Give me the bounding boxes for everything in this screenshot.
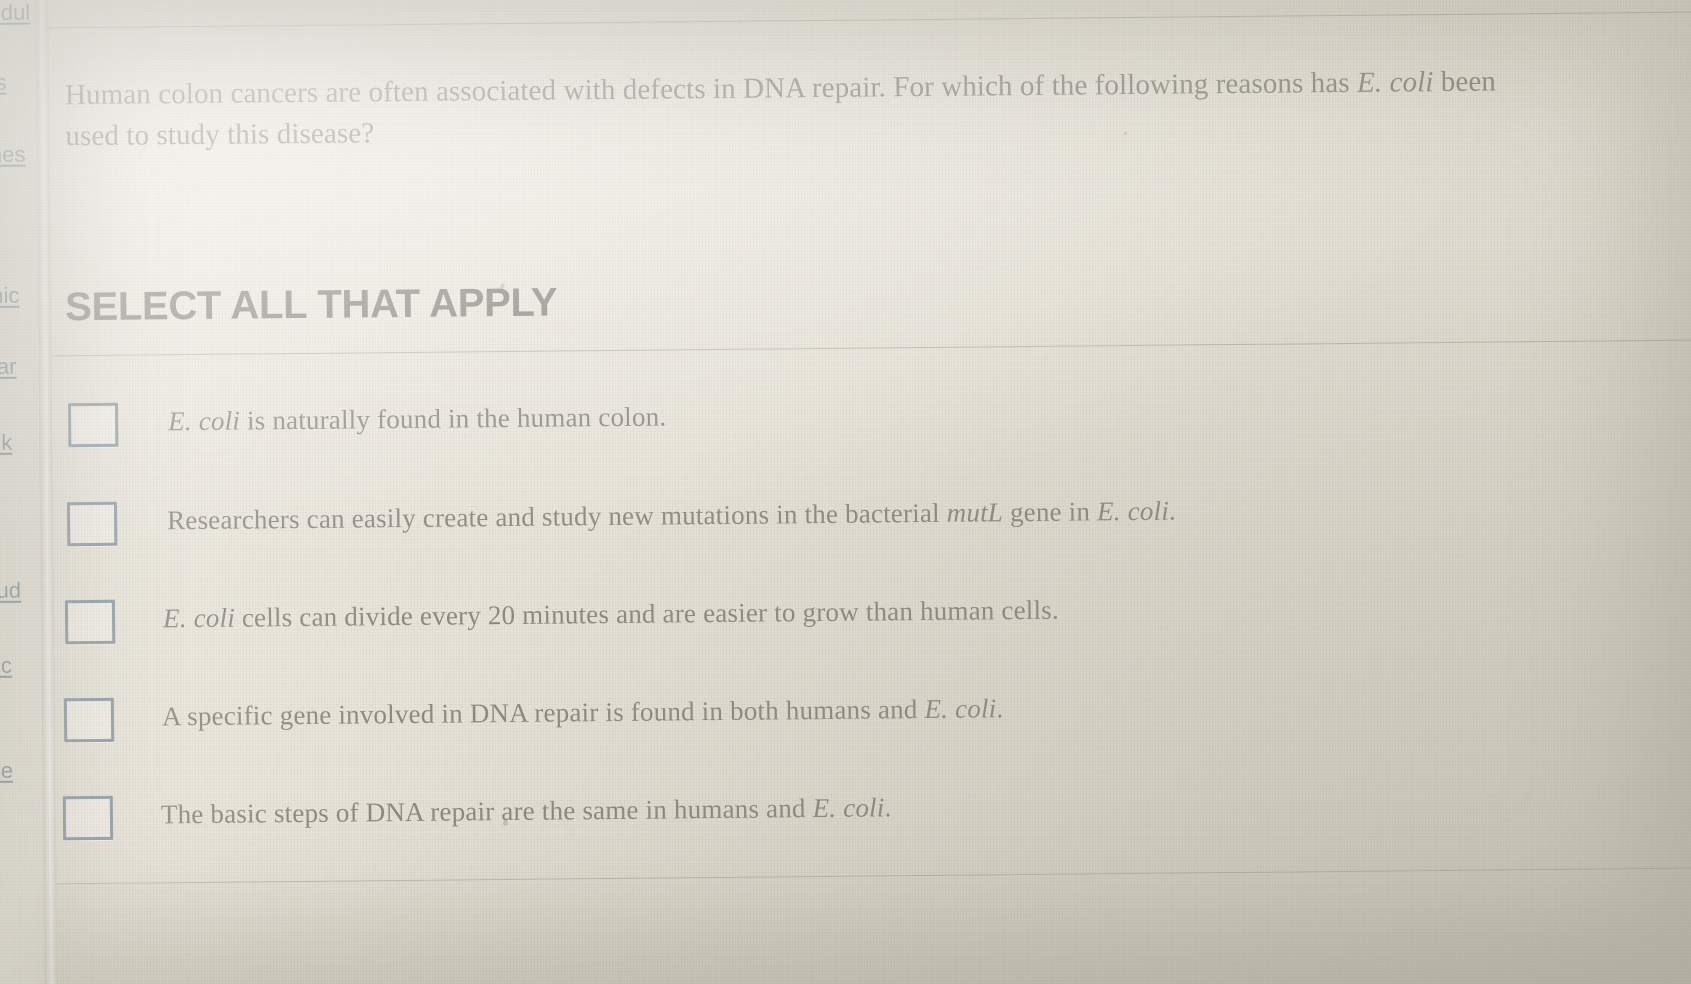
checkbox-icon[interactable] bbox=[67, 402, 119, 448]
sidebar-item-eukaryotic[interactable]: ukar bbox=[0, 354, 17, 380]
checkbox-icon[interactable] bbox=[62, 795, 114, 841]
dust-speck bbox=[1124, 132, 1127, 135]
divider-middle bbox=[51, 339, 1691, 357]
checkbox-icon[interactable] bbox=[63, 697, 115, 743]
sidebar-item-dynamic[interactable]: amic bbox=[0, 283, 20, 309]
sidebar-item-modules[interactable]: Modul bbox=[0, 0, 30, 26]
sidebar-item-science[interactable]: enc bbox=[0, 653, 12, 679]
answer-options-list: E. coli is naturally found in the human … bbox=[52, 369, 1691, 860]
answer-option-row[interactable]: The basic steps of DNA repair are the sa… bbox=[55, 749, 1691, 860]
sidebar-item-study[interactable]: Stud bbox=[0, 578, 21, 604]
question-panel: Human colon cancers are often associated… bbox=[47, 0, 1691, 984]
answer-option-label[interactable]: E. coli is naturally found in the human … bbox=[168, 401, 666, 437]
question-line-2: study this disease? bbox=[156, 117, 375, 152]
panel-footer-area bbox=[56, 868, 1691, 984]
answer-option-row[interactable]: A specific gene involved in DNA repair i… bbox=[55, 654, 1691, 765]
photographed-screen: Modul nes omes amic ukar Euk Stud enc nc… bbox=[0, 0, 1691, 984]
sidebar-item-genomes[interactable]: omes bbox=[0, 142, 26, 169]
answer-option-row[interactable]: E. coli is naturally found in the human … bbox=[52, 369, 1691, 480]
checkbox-icon[interactable] bbox=[66, 501, 118, 547]
answer-option-label[interactable]: Researchers can easily create and study … bbox=[167, 496, 1176, 537]
screenshot-root: Modul nes omes amic ukar Euk Stud enc nc… bbox=[0, 0, 1691, 984]
answer-option-row[interactable]: E. coli cells can divide every 20 minute… bbox=[54, 559, 1691, 670]
answer-option-row[interactable]: Researchers can easily create and study … bbox=[53, 464, 1691, 575]
sidebar-item-nce[interactable]: nce bbox=[0, 758, 13, 784]
dust-speck bbox=[503, 820, 508, 826]
divider-top bbox=[48, 11, 1691, 29]
question-text: Human colon cancers are often associated… bbox=[65, 61, 1526, 157]
sidebar-item-genes[interactable]: nes bbox=[0, 70, 7, 96]
sidebar-item-euk[interactable]: Euk bbox=[0, 430, 12, 456]
answer-option-label[interactable]: A specific gene involved in DNA repair i… bbox=[162, 693, 1004, 732]
answer-option-label[interactable]: The basic steps of DNA repair are the sa… bbox=[161, 792, 892, 830]
checkbox-icon[interactable] bbox=[64, 599, 116, 645]
select-all-instruction: SELECT ALL THAT APPLY bbox=[64, 280, 558, 330]
answer-option-label[interactable]: E. coli cells can divide every 20 minute… bbox=[163, 595, 1059, 635]
